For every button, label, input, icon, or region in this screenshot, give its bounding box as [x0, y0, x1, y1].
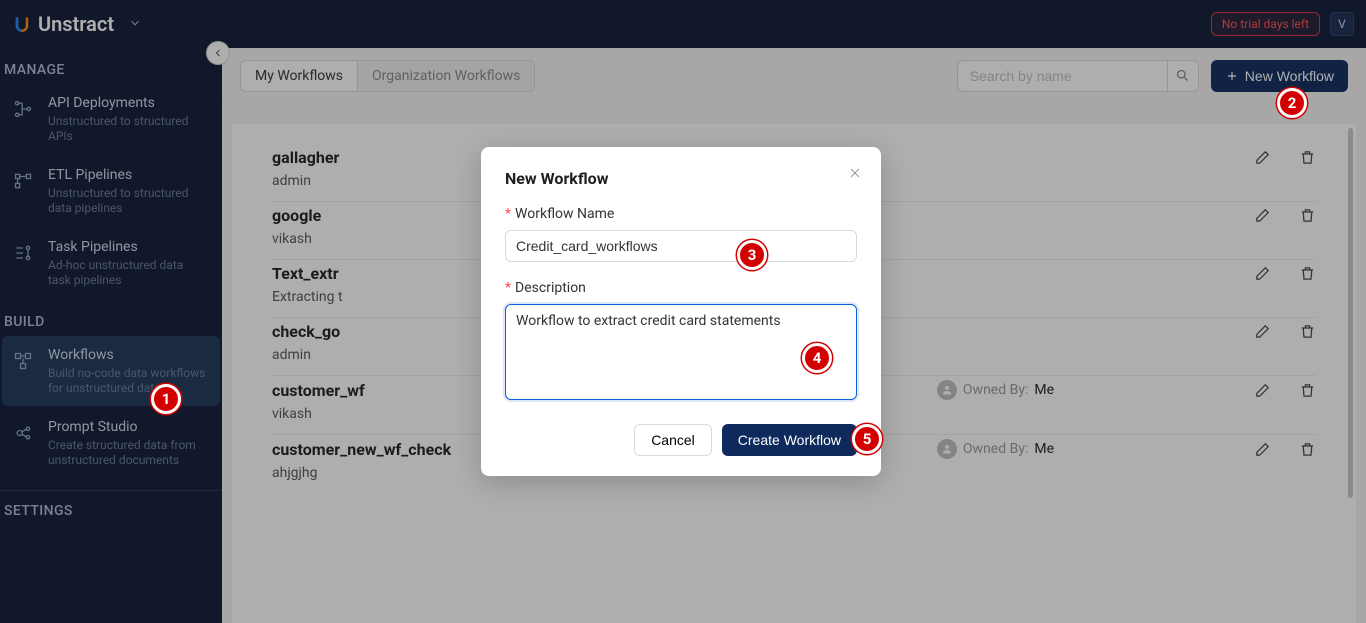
new-workflow-modal: New Workflow *Workflow Name *Description…: [481, 147, 881, 476]
modal-title: New Workflow: [505, 169, 857, 188]
help-marker-4: 4: [802, 343, 832, 373]
close-icon[interactable]: [847, 165, 863, 185]
help-marker-1: 1: [151, 384, 181, 414]
description-label: *Description: [505, 280, 857, 296]
help-marker-2: 2: [1277, 88, 1307, 118]
create-workflow-button[interactable]: Create Workflow: [722, 424, 857, 456]
workflow-name-label: *Workflow Name: [505, 206, 857, 222]
cancel-button[interactable]: Cancel: [634, 424, 712, 456]
help-marker-3: 3: [737, 240, 767, 270]
workflow-name-input[interactable]: [505, 230, 857, 262]
help-marker-5: 5: [852, 424, 882, 454]
